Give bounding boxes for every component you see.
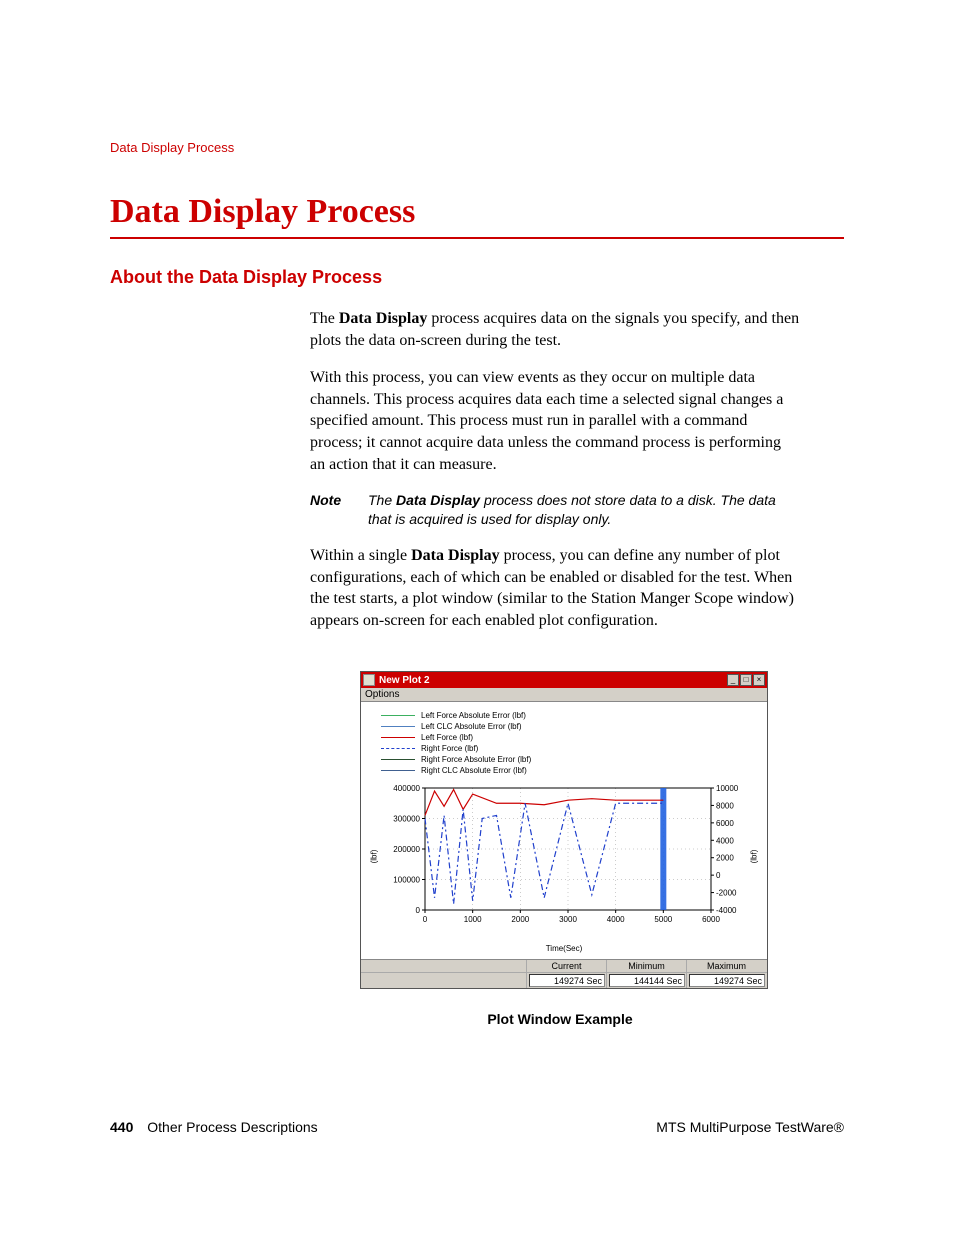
legend-item: Right CLC Absolute Error (lbf): [381, 765, 757, 776]
window-titlebar[interactable]: New Plot 2 _ □ ×: [361, 672, 767, 688]
svg-text:2000: 2000: [511, 915, 529, 924]
legend-swatch: [381, 770, 415, 771]
svg-text:-2000: -2000: [716, 889, 737, 898]
svg-text:400000: 400000: [393, 784, 420, 793]
note-block: Note The Data Display process does not s…: [310, 491, 800, 529]
window-title: New Plot 2: [379, 675, 727, 686]
legend-label: Left CLC Absolute Error (lbf): [421, 722, 521, 731]
legend-swatch: [381, 726, 415, 727]
chart-canvas: 0100000200000300000400000-4000-200002000…: [371, 782, 757, 932]
legend-swatch: [381, 715, 415, 716]
menu-options[interactable]: Options: [361, 688, 767, 702]
maximize-icon[interactable]: □: [740, 674, 752, 686]
breadcrumb: Data Display Process: [110, 140, 844, 155]
svg-text:100000: 100000: [393, 876, 420, 885]
svg-text:-4000: -4000: [716, 906, 737, 915]
svg-text:10000: 10000: [716, 784, 739, 793]
chart: (lbf) 0100000200000300000400000-4000-200…: [371, 782, 757, 942]
paragraph: The Data Display process acquires data o…: [310, 308, 800, 351]
legend-label: Right Force Absolute Error (lbf): [421, 755, 531, 764]
svg-text:3000: 3000: [559, 915, 577, 924]
svg-text:0: 0: [416, 906, 421, 915]
note-label: Note: [310, 491, 368, 529]
legend-swatch: [381, 737, 415, 738]
stats-header-minimum: Minimum: [606, 960, 686, 972]
legend-swatch: [381, 748, 415, 749]
x-axis-label: Time(Sec): [371, 944, 757, 953]
page-footer: 440 Other Process Descriptions MTS Multi…: [110, 1119, 844, 1135]
footer-section: Other Process Descriptions: [147, 1119, 317, 1135]
legend-item: Right Force (lbf): [381, 743, 757, 754]
svg-text:200000: 200000: [393, 845, 420, 854]
svg-text:4000: 4000: [716, 837, 734, 846]
body-text: The Data Display process acquires data o…: [310, 308, 800, 631]
y-axis-label-left: (lbf): [369, 850, 378, 864]
stat-maximum[interactable]: 149274 Sec: [689, 974, 765, 987]
note-text: The Data Display process does not store …: [368, 491, 800, 529]
stat-current[interactable]: 149274 Sec: [529, 974, 605, 987]
legend-item: Right Force Absolute Error (lbf): [381, 754, 757, 765]
svg-text:5000: 5000: [654, 915, 672, 924]
y-axis-label-right: (lbf): [750, 850, 759, 864]
page-number: 440: [110, 1119, 133, 1135]
svg-text:6000: 6000: [702, 915, 720, 924]
chart-legend: Left Force Absolute Error (lbf) Left CLC …: [381, 710, 757, 776]
legend-label: Left Force Absolute Error (lbf): [421, 711, 526, 720]
svg-text:1000: 1000: [464, 915, 482, 924]
paragraph: With this process, you can view events a…: [310, 367, 800, 475]
legend-label: Right Force (lbf): [421, 744, 478, 753]
plot-window: New Plot 2 _ □ × Options Left Force Abso…: [360, 671, 768, 989]
svg-text:2000: 2000: [716, 854, 734, 863]
minimize-icon[interactable]: _: [727, 674, 739, 686]
page-title: Data Display Process: [110, 193, 844, 239]
stats-header-current: Current: [526, 960, 606, 972]
svg-text:4000: 4000: [607, 915, 625, 924]
figure-caption: Plot Window Example: [350, 1011, 770, 1027]
legend-swatch: [381, 759, 415, 760]
legend-item: Left Force Absolute Error (lbf): [381, 710, 757, 721]
legend-item: Left CLC Absolute Error (lbf): [381, 721, 757, 732]
paragraph: Within a single Data Display process, yo…: [310, 545, 800, 631]
legend-label: Left Force (lbf): [421, 733, 473, 742]
stats-bar: Current Minimum Maximum 149274 Sec 14414…: [361, 959, 767, 988]
legend-label: Right CLC Absolute Error (lbf): [421, 766, 527, 775]
svg-text:0: 0: [716, 871, 721, 880]
svg-text:300000: 300000: [393, 815, 420, 824]
close-icon[interactable]: ×: [753, 674, 765, 686]
svg-text:8000: 8000: [716, 802, 734, 811]
stat-minimum[interactable]: 144144 Sec: [609, 974, 685, 987]
footer-product: MTS MultiPurpose TestWare®: [656, 1119, 844, 1135]
section-heading: About the Data Display Process: [110, 267, 844, 288]
svg-text:0: 0: [423, 915, 428, 924]
legend-item: Left Force (lbf): [381, 732, 757, 743]
stats-header-maximum: Maximum: [686, 960, 766, 972]
app-icon: [363, 674, 375, 686]
svg-text:6000: 6000: [716, 819, 734, 828]
